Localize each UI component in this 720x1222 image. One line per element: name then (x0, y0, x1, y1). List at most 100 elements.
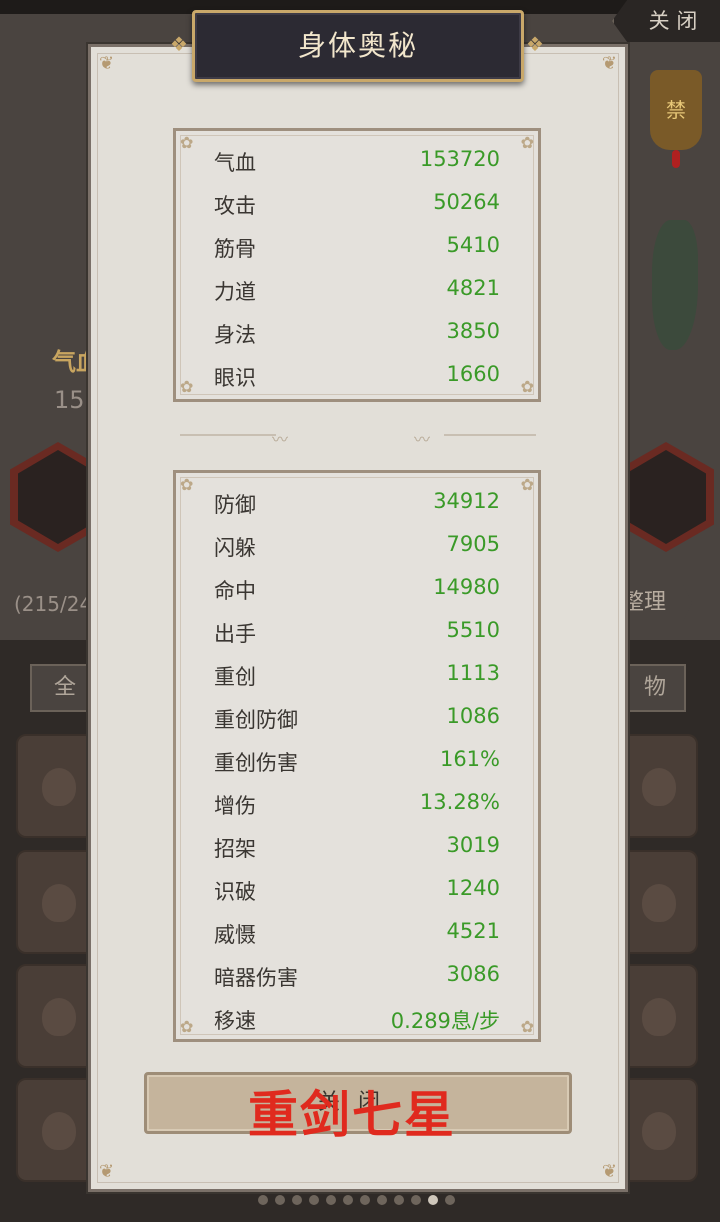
stat-row-speed: 出手 5510 (214, 612, 500, 654)
top-close-button[interactable]: 关 闭 (612, 0, 720, 42)
inventory-slot[interactable] (16, 1078, 98, 1182)
stat-row-insight: 眼识 1660 (214, 356, 500, 398)
box-corner-icon: ✿ (520, 377, 534, 396)
page-dot (394, 1195, 404, 1205)
stat-value: 161% (439, 747, 500, 771)
forbidden-badge-icon[interactable]: 禁 (650, 70, 702, 150)
tassel-icon (672, 150, 680, 168)
stat-row-move-speed: 移速 0.289息/步 (214, 999, 500, 1041)
stat-label: 命中 (214, 579, 256, 603)
stat-row-crit-damage: 重创伤害 161% (214, 741, 500, 783)
title-right-ornament-icon: ❖ (526, 32, 544, 56)
stat-row-parry: 招架 3019 (214, 827, 500, 869)
stat-row-accuracy: 命中 14980 (214, 569, 500, 611)
corner-ornament-icon: ❦ (601, 1161, 617, 1182)
section-divider (444, 434, 536, 436)
inventory-slot[interactable] (16, 734, 98, 838)
stat-label: 攻击 (214, 194, 256, 218)
page-dot (411, 1195, 421, 1205)
page-indicator (258, 1190, 462, 1205)
divider-ornament-icon: 〰 (414, 430, 431, 449)
stat-label: 增伤 (214, 794, 256, 818)
stat-row-hp: 气血 153720 (214, 141, 500, 183)
pet-creature-icon[interactable] (652, 220, 698, 350)
stat-label: 防御 (214, 493, 256, 517)
box-corner-icon: ✿ (180, 1017, 194, 1036)
stat-label: 移速 (214, 1009, 256, 1033)
stat-label: 眼识 (214, 366, 256, 390)
title-left-ornament-icon: ❖ (170, 32, 188, 56)
inventory-slot[interactable] (616, 1078, 698, 1182)
stat-value: 1086 (446, 704, 500, 728)
inventory-slot[interactable] (616, 964, 698, 1068)
stat-label: 出手 (214, 622, 256, 646)
dialog-title: 身体奥秘 (297, 29, 418, 62)
stat-value: 13.28% (419, 790, 500, 814)
stat-label: 招架 (214, 837, 256, 861)
stat-label: 身法 (214, 323, 256, 347)
page-dot (428, 1195, 438, 1205)
secondary-stats-box: ✿ ✿ ✿ ✿ 防御 34912 闪躲 7905 命中 14980 出手 551… (173, 470, 541, 1042)
stat-row-defense: 防御 34912 (214, 483, 500, 525)
page-dot (377, 1195, 387, 1205)
inventory-count: (215/24 (14, 592, 93, 616)
stat-value: 3850 (446, 319, 500, 343)
page-dot (275, 1195, 285, 1205)
stat-label: 筋骨 (214, 237, 256, 261)
stat-value: 7905 (446, 532, 500, 556)
stat-row-crit-defense: 重创防御 1086 (214, 698, 500, 740)
stat-row-hidden-weapon-damage: 暗器伤害 3086 (214, 956, 500, 998)
stat-value: 34912 (433, 489, 500, 513)
primary-stats-box: ✿ ✿ ✿ ✿ 气血 153720 攻击 50264 筋骨 5410 力道 48… (173, 128, 541, 402)
stat-label: 重创伤害 (214, 751, 298, 775)
stat-value: 5510 (446, 618, 500, 642)
stat-value: 0.289息/步 (390, 1009, 500, 1033)
box-corner-icon: ✿ (520, 475, 534, 494)
dialog-title-plate: 身体奥秘 (192, 10, 524, 82)
box-corner-icon: ✿ (180, 377, 194, 396)
stat-value: 4821 (446, 276, 500, 300)
stat-label: 力道 (214, 280, 256, 304)
stat-label: 闪躲 (214, 536, 256, 560)
inventory-slot[interactable] (616, 850, 698, 954)
page-dot (343, 1195, 353, 1205)
page-dot (326, 1195, 336, 1205)
stat-value: 14980 (433, 575, 500, 599)
corner-ornament-icon: ❦ (601, 53, 617, 74)
page-dot (360, 1195, 370, 1205)
stat-row-insight-break: 识破 1240 (214, 870, 500, 912)
watermark-text: 重剑七星 (248, 1086, 456, 1144)
stat-value: 1660 (446, 362, 500, 386)
stat-row-constitution: 筋骨 5410 (214, 227, 500, 269)
stat-value: 5410 (446, 233, 500, 257)
corner-ornament-icon: ❦ (99, 1161, 115, 1182)
stat-row-agility: 身法 3850 (214, 313, 500, 355)
stat-label: 暗器伤害 (214, 966, 298, 990)
stat-row-damage-bonus: 增伤 13.28% (214, 784, 500, 826)
stat-label: 重创防御 (214, 708, 298, 732)
page-dot (292, 1195, 302, 1205)
stat-value: 3019 (446, 833, 500, 857)
stat-value: 3086 (446, 962, 500, 986)
inventory-slot[interactable] (16, 850, 98, 954)
stat-row-attack: 攻击 50264 (214, 184, 500, 226)
page-dot (445, 1195, 455, 1205)
stat-row-dodge: 闪躲 7905 (214, 526, 500, 568)
box-corner-icon: ✿ (520, 1017, 534, 1036)
divider-ornament-icon: 〰 (272, 430, 289, 449)
inventory-slot[interactable] (616, 734, 698, 838)
inventory-slot[interactable] (16, 964, 98, 1068)
page-dot (258, 1195, 268, 1205)
box-corner-icon: ✿ (180, 475, 194, 494)
section-divider (180, 434, 276, 436)
stat-label: 识破 (214, 880, 256, 904)
stat-value: 153720 (419, 147, 500, 171)
stat-row-intimidate: 威慑 4521 (214, 913, 500, 955)
stat-value: 1240 (446, 876, 500, 900)
page-dot (309, 1195, 319, 1205)
stat-label: 威慑 (214, 923, 256, 947)
stat-value: 50264 (433, 190, 500, 214)
tab-items[interactable]: 物 (624, 664, 686, 712)
stat-label: 重创 (214, 665, 256, 689)
stat-label: 气血 (214, 151, 256, 175)
